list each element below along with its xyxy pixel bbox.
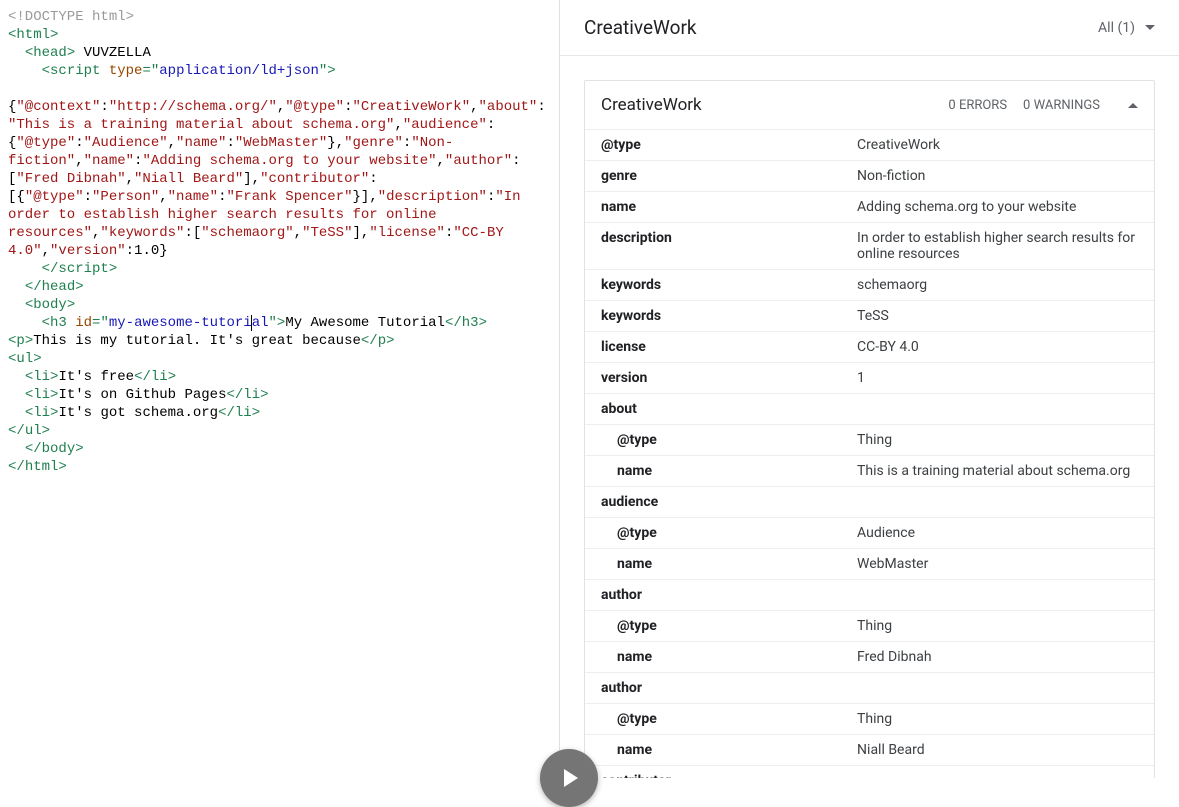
property-key: name (585, 549, 841, 580)
property-key: contributor (585, 766, 841, 779)
result-card: CreativeWork 0 ERRORS 0 WARNINGS @typeCr… (584, 80, 1155, 778)
property-row[interactable]: version1 (585, 363, 1154, 394)
property-row[interactable]: @typeThing (585, 611, 1154, 642)
property-key: license (585, 332, 841, 363)
property-row[interactable]: keywordsschemaorg (585, 270, 1154, 301)
property-row[interactable]: @typeAudience (585, 518, 1154, 549)
properties-table: @typeCreativeWorkgenreNon-fictionnameAdd… (585, 129, 1154, 778)
filter-dropdown[interactable]: All (1) (1098, 20, 1155, 36)
property-row[interactable]: audience (585, 487, 1154, 518)
property-value: Thing (841, 425, 1154, 456)
property-value: Audience (841, 518, 1154, 549)
property-value: WebMaster (841, 549, 1154, 580)
property-key: name (585, 735, 841, 766)
property-row[interactable]: @typeCreativeWork (585, 130, 1154, 161)
property-row[interactable]: descriptionIn order to establish higher … (585, 223, 1154, 270)
property-key: name (585, 456, 841, 487)
property-key: @type (585, 425, 841, 456)
property-row[interactable]: nameAdding schema.org to your website (585, 192, 1154, 223)
run-button[interactable] (540, 749, 598, 807)
property-row[interactable]: about (585, 394, 1154, 425)
property-row[interactable]: author (585, 580, 1154, 611)
chevron-down-icon (1145, 25, 1155, 30)
property-row[interactable]: licenseCC-BY 4.0 (585, 332, 1154, 363)
property-row[interactable]: author (585, 673, 1154, 704)
property-key: audience (585, 487, 841, 518)
property-row[interactable]: nameThis is a training material about sc… (585, 456, 1154, 487)
property-value: Non-fiction (841, 161, 1154, 192)
chevron-up-icon (1128, 103, 1138, 108)
property-key: name (585, 192, 841, 223)
main-container: <!DOCTYPE html> <html> <head> VUVZELLA <… (0, 0, 1179, 778)
property-value: TeSS (841, 301, 1154, 332)
property-key: @type (585, 611, 841, 642)
property-value: 1 (841, 363, 1154, 394)
status-group: 0 ERRORS 0 WARNINGS (948, 98, 1138, 113)
property-value: CreativeWork (841, 130, 1154, 161)
warnings-label: 0 WARNINGS (1023, 98, 1100, 113)
property-row[interactable]: @typeThing (585, 704, 1154, 735)
property-row[interactable]: genreNon-fiction (585, 161, 1154, 192)
property-value (841, 580, 1154, 611)
property-key: author (585, 673, 841, 704)
property-row[interactable]: nameFred Dibnah (585, 642, 1154, 673)
card-title: CreativeWork (601, 95, 948, 115)
property-key: name (585, 642, 841, 673)
property-key: genre (585, 161, 841, 192)
property-key: keywords (585, 301, 841, 332)
property-value: Adding schema.org to your website (841, 192, 1154, 223)
property-key: author (585, 580, 841, 611)
property-row[interactable]: @typeThing (585, 425, 1154, 456)
results-header: CreativeWork All (1) (560, 0, 1179, 56)
code-doctype: <!DOCTYPE html> (8, 9, 134, 25)
property-value: This is a training material about schema… (841, 456, 1154, 487)
property-value: CC-BY 4.0 (841, 332, 1154, 363)
results-title: CreativeWork (584, 16, 697, 39)
property-row[interactable]: contributor (585, 766, 1154, 779)
property-key: @type (585, 704, 841, 735)
property-key: version (585, 363, 841, 394)
property-value: Niall Beard (841, 735, 1154, 766)
property-value (841, 394, 1154, 425)
property-value: Fred Dibnah (841, 642, 1154, 673)
property-value (841, 673, 1154, 704)
property-row[interactable]: nameWebMaster (585, 549, 1154, 580)
property-value: schemaorg (841, 270, 1154, 301)
property-value (841, 487, 1154, 518)
property-value (841, 766, 1154, 779)
property-key: @type (585, 518, 841, 549)
play-icon (564, 769, 578, 787)
property-key: @type (585, 130, 841, 161)
property-value: Thing (841, 611, 1154, 642)
code-content: <!DOCTYPE html> <html> <head> VUVZELLA <… (8, 8, 551, 476)
property-value: In order to establish higher search resu… (841, 223, 1154, 270)
property-key: description (585, 223, 841, 270)
property-row[interactable]: nameNiall Beard (585, 735, 1154, 766)
card-header[interactable]: CreativeWork 0 ERRORS 0 WARNINGS (585, 81, 1154, 129)
property-value: Thing (841, 704, 1154, 735)
filter-label: All (1) (1098, 20, 1135, 36)
code-editor[interactable]: <!DOCTYPE html> <html> <head> VUVZELLA <… (0, 0, 560, 778)
property-key: keywords (585, 270, 841, 301)
results-panel: CreativeWork All (1) CreativeWork 0 ERRO… (560, 0, 1179, 778)
errors-label: 0 ERRORS (948, 98, 1007, 113)
property-row[interactable]: keywordsTeSS (585, 301, 1154, 332)
property-key: about (585, 394, 841, 425)
